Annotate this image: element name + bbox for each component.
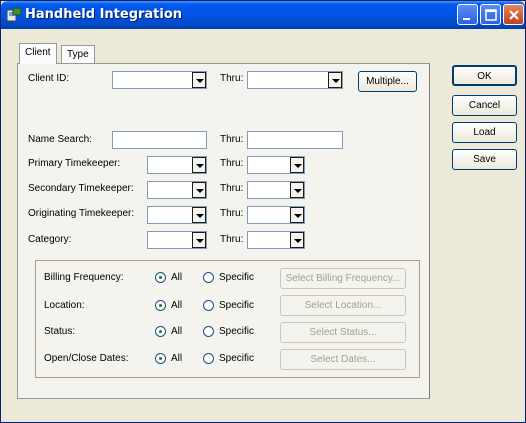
chevron-down-icon[interactable]: [192, 232, 206, 248]
chevron-down-icon[interactable]: [192, 207, 206, 223]
chevron-down-icon[interactable]: [290, 207, 304, 223]
status-all-radio[interactable]: [155, 326, 166, 337]
billing-frequency-specific-radio[interactable]: [203, 272, 214, 283]
status-all-label: All: [171, 326, 183, 337]
chevron-down-icon[interactable]: [192, 72, 206, 88]
chevron-down-icon[interactable]: [192, 157, 206, 173]
app-icon: [6, 7, 22, 22]
load-button[interactable]: Load: [452, 122, 517, 143]
minimize-icon: [463, 18, 470, 20]
secondary-timekeeper-label: Secondary Timekeeper:: [28, 183, 134, 194]
tab-client-label: Client: [25, 47, 51, 58]
multiple-button[interactable]: Multiple...: [358, 71, 417, 92]
tab-type-label: Type: [67, 49, 89, 60]
secondary-timekeeper-thru-label: Thru:: [220, 183, 244, 194]
billing-frequency-all-label: All: [171, 272, 183, 283]
location-specific-label: Specific: [219, 300, 255, 311]
title-bar[interactable]: Handheld Integration: [1, 1, 525, 29]
open-close-dates-specific-radio[interactable]: [203, 353, 214, 364]
name-search-label: Name Search:: [28, 134, 92, 145]
primary-timekeeper-from-combo[interactable]: [147, 156, 207, 174]
category-from-combo[interactable]: [147, 231, 207, 249]
select-location-button[interactable]: Select Location...: [280, 295, 406, 316]
chevron-down-icon[interactable]: [290, 182, 304, 198]
originating-timekeeper-label: Originating Timekeeper:: [28, 208, 135, 219]
status-specific-radio[interactable]: [203, 326, 214, 337]
billing-frequency-specific-label: Specific: [219, 272, 255, 283]
originating-timekeeper-from-combo[interactable]: [147, 206, 207, 224]
category-thru-label: Thru:: [220, 234, 244, 245]
client-id-label: Client ID:: [28, 73, 70, 84]
chevron-down-icon[interactable]: [290, 157, 304, 173]
chevron-down-icon[interactable]: [328, 72, 342, 88]
primary-timekeeper-thru-combo[interactable]: [247, 156, 305, 174]
select-status-button[interactable]: Select Status...: [280, 322, 406, 343]
client-id-thru-combo[interactable]: [247, 71, 343, 89]
location-all-radio[interactable]: [155, 300, 166, 311]
billing-frequency-label: Billing Frequency:: [44, 272, 124, 283]
secondary-timekeeper-from-combo[interactable]: [147, 181, 207, 199]
select-billing-frequency-button[interactable]: Select Billing Frequency...: [280, 268, 406, 289]
category-thru-combo[interactable]: [247, 231, 305, 249]
save-button[interactable]: Save: [452, 149, 517, 170]
originating-timekeeper-thru-combo[interactable]: [247, 206, 305, 224]
open-close-dates-label: Open/Close Dates:: [44, 353, 129, 364]
cancel-button[interactable]: Cancel: [452, 95, 517, 116]
ok-button[interactable]: OK: [452, 65, 517, 86]
billing-frequency-all-radio[interactable]: [155, 272, 166, 283]
maximize-button[interactable]: [480, 4, 501, 25]
chevron-down-icon[interactable]: [192, 182, 206, 198]
name-search-from-input[interactable]: [112, 131, 207, 149]
open-close-dates-all-label: All: [171, 353, 183, 364]
name-search-thru-label: Thru:: [220, 134, 244, 145]
close-icon: [509, 10, 519, 20]
status-label: Status:: [44, 326, 76, 337]
open-close-dates-all-radio[interactable]: [155, 353, 166, 364]
location-label: Location:: [44, 300, 85, 311]
close-button[interactable]: [503, 4, 524, 25]
open-close-dates-specific-label: Specific: [219, 353, 255, 364]
minimize-button[interactable]: [457, 4, 478, 25]
client-id-from-combo[interactable]: [112, 71, 207, 89]
window-title: Handheld Integration: [25, 7, 183, 22]
client-id-thru-label: Thru:: [220, 73, 244, 84]
name-search-thru-input[interactable]: [247, 131, 343, 149]
primary-timekeeper-thru-label: Thru:: [220, 158, 244, 169]
secondary-timekeeper-thru-combo[interactable]: [247, 181, 305, 199]
maximize-icon: [485, 9, 497, 21]
chevron-down-icon[interactable]: [290, 232, 304, 248]
location-specific-radio[interactable]: [203, 300, 214, 311]
originating-timekeeper-thru-label: Thru:: [220, 208, 244, 219]
location-all-label: All: [171, 300, 183, 311]
tab-client[interactable]: Client: [19, 43, 57, 64]
select-dates-button[interactable]: Select Dates...: [280, 349, 406, 370]
handheld-integration-window: Handheld Integration Client Type Client …: [0, 0, 526, 423]
category-label: Category:: [28, 234, 72, 245]
primary-timekeeper-label: Primary Timekeeper:: [28, 158, 121, 169]
status-specific-label: Specific: [219, 326, 255, 337]
tab-type[interactable]: Type: [61, 45, 95, 63]
